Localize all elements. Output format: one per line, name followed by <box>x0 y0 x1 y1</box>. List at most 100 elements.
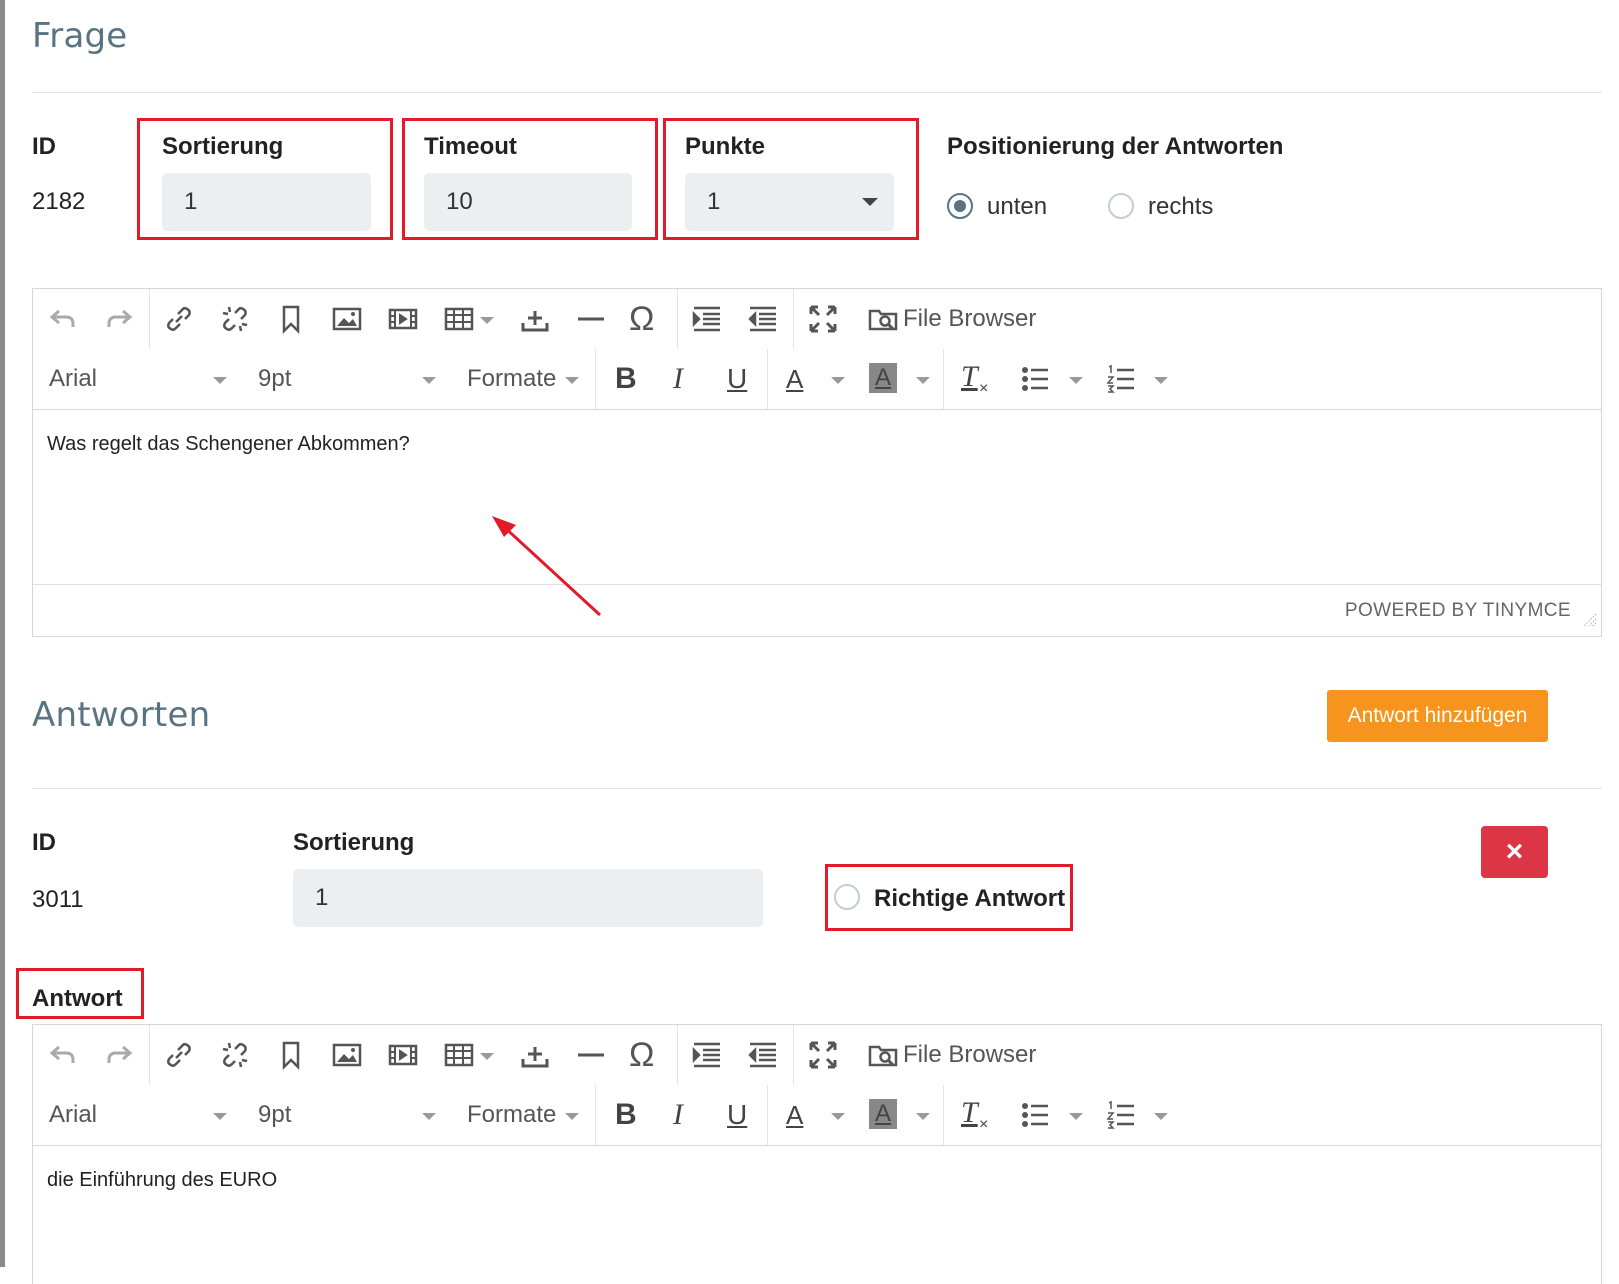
font-size-select[interactable]: 9pt <box>258 1095 291 1135</box>
chevron-down-icon[interactable] <box>422 377 436 384</box>
positionierung-label: Positionierung der Antworten <box>947 133 1284 160</box>
media-icon[interactable] <box>383 1035 423 1075</box>
undo-icon[interactable] <box>43 299 83 339</box>
bullet-list-icon[interactable] <box>1015 359 1055 399</box>
unlink-icon[interactable] <box>215 1035 255 1075</box>
chevron-down-icon[interactable] <box>916 1113 930 1120</box>
chevron-down-icon[interactable] <box>1154 377 1168 384</box>
numbered-list-icon[interactable] <box>1101 359 1141 399</box>
bullet-list-icon[interactable] <box>1015 1095 1055 1135</box>
font-family-select[interactable]: Arial <box>49 1095 97 1135</box>
close-icon: × <box>1505 835 1524 868</box>
bold-icon[interactable]: B <box>615 359 637 399</box>
timeout-label: Timeout <box>424 133 517 160</box>
chevron-down-icon[interactable] <box>480 317 494 324</box>
chevron-down-icon[interactable] <box>1069 377 1083 384</box>
chevron-down-icon[interactable] <box>831 1113 845 1120</box>
radio-rechts[interactable] <box>1108 193 1134 219</box>
bookmark-icon[interactable] <box>271 299 311 339</box>
resize-handle-icon[interactable] <box>1581 611 1597 627</box>
media-icon[interactable] <box>383 299 423 339</box>
horizontal-rule-icon[interactable] <box>571 1035 611 1075</box>
id-label: ID <box>32 133 56 160</box>
chevron-down-icon[interactable] <box>213 377 227 384</box>
section-title-antworten: Antworten <box>32 695 211 735</box>
richtige-antwort-checkbox[interactable] <box>834 884 860 910</box>
formats-select[interactable]: Formate <box>467 359 556 399</box>
divider <box>32 788 1602 789</box>
redo-icon[interactable] <box>99 1035 139 1075</box>
formats-select[interactable]: Formate <box>467 1095 556 1135</box>
italic-icon[interactable]: I <box>673 359 683 399</box>
image-icon[interactable] <box>327 299 367 339</box>
unlink-icon[interactable] <box>215 299 255 339</box>
chevron-down-icon[interactable] <box>916 377 930 384</box>
fullscreen-icon[interactable] <box>803 1035 843 1075</box>
insert-icon[interactable] <box>515 1035 555 1075</box>
file-browser-button[interactable]: File Browser <box>903 1035 1036 1075</box>
font-family-select[interactable]: Arial <box>49 359 97 399</box>
chevron-down-icon[interactable] <box>565 1113 579 1120</box>
font-size-select[interactable]: 9pt <box>258 359 291 399</box>
chevron-down-icon[interactable] <box>1154 1113 1168 1120</box>
radio-rechts-label: rechts <box>1148 193 1214 220</box>
outdent-icon[interactable] <box>743 299 783 339</box>
file-browser-icon[interactable] <box>863 299 903 339</box>
id-value: 2182 <box>32 188 86 215</box>
chevron-down-icon[interactable] <box>480 1053 494 1060</box>
clear-formatting-icon[interactable]: T <box>961 1093 978 1133</box>
clear-formatting-x-icon: × <box>979 380 989 397</box>
numbered-list-icon[interactable] <box>1101 1095 1141 1135</box>
add-answer-button[interactable]: Antwort hinzufügen <box>1327 690 1548 742</box>
bookmark-icon[interactable] <box>271 1035 311 1075</box>
clear-formatting-x-icon: × <box>979 1116 989 1133</box>
italic-icon[interactable]: I <box>673 1095 683 1135</box>
left-edge-border <box>0 0 5 1267</box>
file-browser-icon[interactable] <box>863 1035 903 1075</box>
sortierung-input[interactable]: 1 <box>162 173 371 231</box>
timeout-input[interactable]: 10 <box>424 173 632 231</box>
underline-icon[interactable]: U <box>727 359 747 399</box>
clear-formatting-icon[interactable]: T <box>961 357 978 397</box>
sortierung-label: Sortierung <box>162 133 284 160</box>
chevron-down-icon[interactable] <box>213 1113 227 1120</box>
outdent-icon[interactable] <box>743 1035 783 1075</box>
editor-toolbar-row-2: Arial 9pt Formate B I U A A T × <box>33 1085 1601 1146</box>
richtige-antwort-label: Richtige Antwort <box>874 885 1066 912</box>
indent-icon[interactable] <box>687 1035 727 1075</box>
redo-icon[interactable] <box>99 299 139 339</box>
underline-icon[interactable]: U <box>727 1095 747 1135</box>
punkte-selected-value: 1 <box>707 188 721 215</box>
special-char-icon[interactable]: Ω <box>629 299 654 339</box>
bold-icon[interactable]: B <box>615 1095 637 1135</box>
question-editor-content[interactable]: Was regelt das Schengener Abkommen? <box>47 433 410 456</box>
radio-unten[interactable] <box>947 193 973 219</box>
table-icon[interactable] <box>439 1035 479 1075</box>
powered-by-tinymce: POWERED BY TINYMCE <box>1344 600 1571 621</box>
undo-icon[interactable] <box>43 1035 83 1075</box>
divider <box>32 92 1602 93</box>
chevron-down-icon[interactable] <box>1069 1113 1083 1120</box>
chevron-down-icon[interactable] <box>565 377 579 384</box>
insert-icon[interactable] <box>515 299 555 339</box>
answer-editor-content[interactable]: die Einführung des EURO <box>47 1169 277 1192</box>
answer-sortierung-label: Sortierung <box>293 829 415 856</box>
horizontal-rule-icon[interactable] <box>571 299 611 339</box>
indent-icon[interactable] <box>687 299 727 339</box>
text-color-icon[interactable]: A <box>786 1095 803 1135</box>
background-color-icon[interactable]: A <box>869 1099 897 1129</box>
table-icon[interactable] <box>439 299 479 339</box>
question-editor: Ω File Browser Arial 9pt Formate B I U A… <box>32 288 1602 637</box>
answer-sortierung-input[interactable]: 1 <box>293 869 763 927</box>
chevron-down-icon[interactable] <box>422 1113 436 1120</box>
fullscreen-icon[interactable] <box>803 299 843 339</box>
text-color-icon[interactable]: A <box>786 359 803 399</box>
delete-answer-button[interactable]: × <box>1481 826 1548 878</box>
file-browser-button[interactable]: File Browser <box>903 299 1036 339</box>
image-icon[interactable] <box>327 1035 367 1075</box>
link-icon[interactable] <box>159 1035 199 1075</box>
special-char-icon[interactable]: Ω <box>629 1035 654 1075</box>
chevron-down-icon[interactable] <box>831 377 845 384</box>
background-color-icon[interactable]: A <box>869 363 897 393</box>
link-icon[interactable] <box>159 299 199 339</box>
